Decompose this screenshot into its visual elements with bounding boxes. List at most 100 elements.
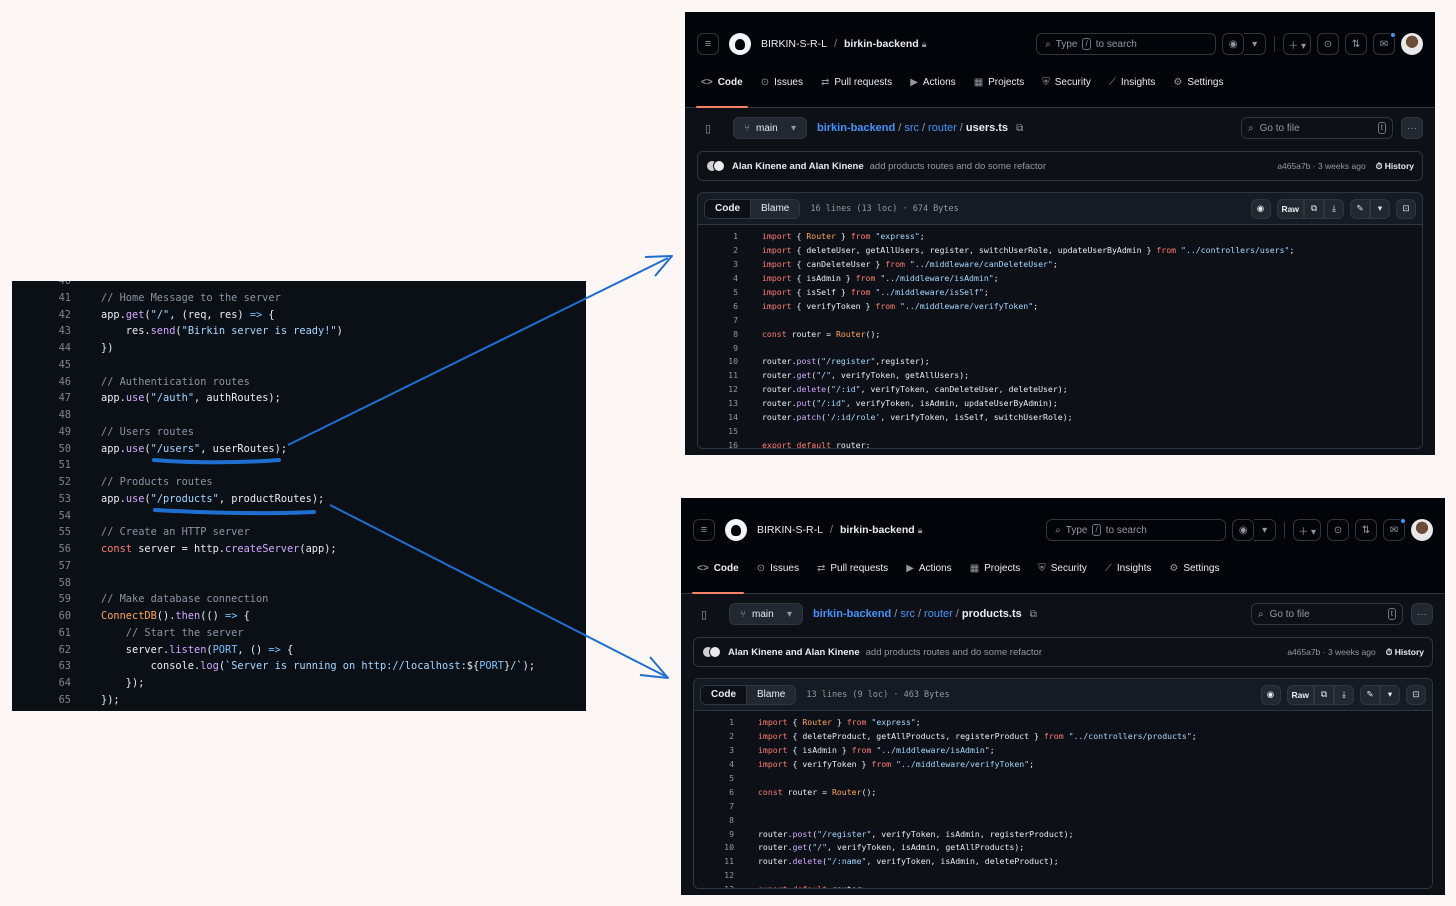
- line-number: 11: [728, 370, 738, 381]
- github-logo-icon[interactable]: [729, 33, 751, 55]
- more-options-button[interactable]: ···: [1411, 603, 1433, 625]
- tab-security[interactable]: ⛨ Security: [1038, 555, 1087, 581]
- breadcrumb-link[interactable]: src: [904, 122, 919, 134]
- search-input[interactable]: ⌕ Type / to search: [1036, 33, 1217, 55]
- tab-code[interactable]: Code: [701, 685, 747, 704]
- tab-settings[interactable]: ⚙ Settings: [1173, 69, 1223, 95]
- code-line: 43 res.send("Birkin server is ready!"): [12, 323, 535, 340]
- tab-insights[interactable]: ⟋ Insights: [1105, 555, 1151, 581]
- history-button[interactable]: ⏱ History: [1376, 161, 1414, 172]
- line-number: 6: [729, 786, 734, 797]
- download-button[interactable]: ⤓: [1324, 198, 1344, 219]
- pull-requests-button[interactable]: ⇅: [1345, 33, 1367, 55]
- go-to-file-input[interactable]: ⌕ Go to file t: [1241, 117, 1393, 139]
- tab-insights[interactable]: ⟋ Insights: [1109, 69, 1155, 95]
- copy-raw-button[interactable]: ⧉: [1304, 198, 1324, 219]
- tab-security[interactable]: ⛨ Security: [1042, 69, 1091, 95]
- tab-settings[interactable]: ⚙ Settings: [1169, 555, 1219, 581]
- commit-meta[interactable]: a465a7b · 3 weeks ago: [1277, 161, 1365, 171]
- sidebar-toggle-icon[interactable]: ▯: [693, 603, 715, 625]
- tab-actions[interactable]: ▶ Actions: [910, 69, 956, 95]
- go-to-file-input[interactable]: ⌕ Go to file t: [1251, 603, 1403, 625]
- avatar[interactable]: [1411, 519, 1433, 541]
- code-token: app.: [101, 308, 126, 321]
- breadcrumb-link[interactable]: src: [900, 608, 915, 620]
- branch-selector[interactable]: ⑂ main ▾: [733, 117, 807, 139]
- tab-actions[interactable]: ▶ Actions: [906, 555, 952, 581]
- create-new-button[interactable]: ＋ ▾: [1293, 519, 1321, 541]
- inbox-button[interactable]: ✉: [1383, 518, 1406, 541]
- sidebar-toggle-icon[interactable]: ▯: [697, 117, 719, 139]
- commit-message[interactable]: add products routes and do some refactor: [870, 161, 1046, 172]
- branch-name: main: [756, 122, 778, 134]
- code-token: "/": [150, 308, 170, 321]
- copilot-button[interactable]: ◉: [1250, 198, 1271, 219]
- code-token: ;: [919, 231, 925, 241]
- repo-name[interactable]: birkin-backend: [844, 38, 919, 50]
- copilot-dropdown-button[interactable]: ▾: [1254, 519, 1277, 541]
- commit-meta[interactable]: a465a7b · 3 weeks ago: [1287, 647, 1375, 657]
- code-line: 2 import { deleteProduct, getAllProducts,…: [694, 730, 1432, 744]
- edit-dropdown-button[interactable]: ▾: [1370, 198, 1390, 219]
- code-token: createServer: [225, 543, 300, 555]
- inbox-button[interactable]: ✉: [1373, 32, 1396, 55]
- code-line: 6 import { verifyToken } from "../middlew…: [698, 300, 1422, 314]
- code-token: ;: [1029, 758, 1035, 769]
- commit-authors[interactable]: Alan Kinene and Alan Kinene: [732, 161, 864, 172]
- symbols-panel-button[interactable]: ⊡: [1406, 684, 1426, 705]
- repo-name[interactable]: birkin-backend: [840, 524, 915, 536]
- org-name[interactable]: BIRKIN-S-R-L: [757, 524, 823, 536]
- avatar[interactable]: [1401, 33, 1423, 55]
- more-options-button[interactable]: ···: [1401, 117, 1423, 139]
- copy-path-icon[interactable]: ⧉: [1030, 609, 1037, 620]
- tab-pull-requests[interactable]: ⇄ Pull requests: [821, 69, 892, 95]
- download-button[interactable]: ⤓: [1334, 684, 1354, 705]
- commit-authors[interactable]: Alan Kinene and Alan Kinene: [728, 647, 860, 658]
- breadcrumb-link[interactable]: router: [924, 608, 953, 620]
- code-token: }): [101, 342, 114, 354]
- tab-issues[interactable]: ⊙ Issues: [761, 69, 803, 95]
- raw-button[interactable]: Raw: [1276, 198, 1304, 219]
- tab-code[interactable]: <> Code: [696, 69, 748, 108]
- org-name[interactable]: BIRKIN-S-R-L: [761, 38, 827, 50]
- commit-message[interactable]: add products routes and do some refactor: [866, 647, 1042, 658]
- copilot-dropdown-button[interactable]: ▾: [1244, 33, 1267, 55]
- copilot-button[interactable]: ◉: [1222, 33, 1245, 55]
- github-logo-icon[interactable]: [725, 519, 747, 541]
- breadcrumb-link[interactable]: birkin-backend: [813, 608, 891, 620]
- raw-button[interactable]: Raw: [1286, 684, 1314, 705]
- copilot-button[interactable]: ◉: [1260, 684, 1281, 705]
- issues-button[interactable]: ⊙: [1317, 33, 1339, 55]
- copy-raw-button[interactable]: ⧉: [1314, 684, 1334, 705]
- branch-selector[interactable]: ⑂ main ▾: [729, 603, 803, 625]
- tab-code[interactable]: Code: [705, 199, 751, 218]
- create-new-button[interactable]: ＋ ▾: [1283, 33, 1311, 55]
- breadcrumb-link[interactable]: router: [928, 122, 957, 134]
- tab-blame[interactable]: Blame: [747, 685, 796, 704]
- tab-label: Settings: [1183, 562, 1220, 574]
- tab-code[interactable]: <> Code: [692, 555, 744, 594]
- code-line: 15: [698, 425, 1422, 439]
- pull-requests-button[interactable]: ⇅: [1355, 519, 1377, 541]
- code-token: from: [855, 272, 876, 283]
- copilot-button[interactable]: ◉: [1232, 519, 1255, 541]
- edit-button[interactable]: ✎: [1350, 198, 1370, 219]
- search-input[interactable]: ⌕ Type / to search: [1046, 519, 1227, 541]
- issues-button[interactable]: ⊙: [1327, 519, 1349, 541]
- history-button[interactable]: ⏱ History: [1386, 647, 1424, 658]
- copy-path-icon[interactable]: ⧉: [1016, 123, 1023, 134]
- edit-button[interactable]: ✎: [1360, 684, 1380, 705]
- hamburger-menu-icon[interactable]: ≡: [693, 519, 715, 541]
- code-line: 3 import { isAdmin } from "../middleware/…: [694, 744, 1432, 758]
- edit-dropdown-button[interactable]: ▾: [1380, 684, 1400, 705]
- tab-projects[interactable]: ▦ Projects: [970, 555, 1021, 581]
- tab-blame[interactable]: Blame: [751, 199, 800, 218]
- breadcrumb-link[interactable]: birkin-backend: [817, 122, 895, 134]
- symbols-panel-button[interactable]: ⊡: [1396, 198, 1416, 219]
- tab-pull-requests[interactable]: ⇄ Pull requests: [817, 555, 888, 581]
- go-to-file-kbd: t: [1377, 122, 1386, 134]
- hamburger-menu-icon[interactable]: ≡: [697, 33, 719, 55]
- tab-projects[interactable]: ▦ Projects: [974, 69, 1025, 95]
- code-token: default: [796, 440, 832, 449]
- tab-issues[interactable]: ⊙ Issues: [757, 555, 799, 581]
